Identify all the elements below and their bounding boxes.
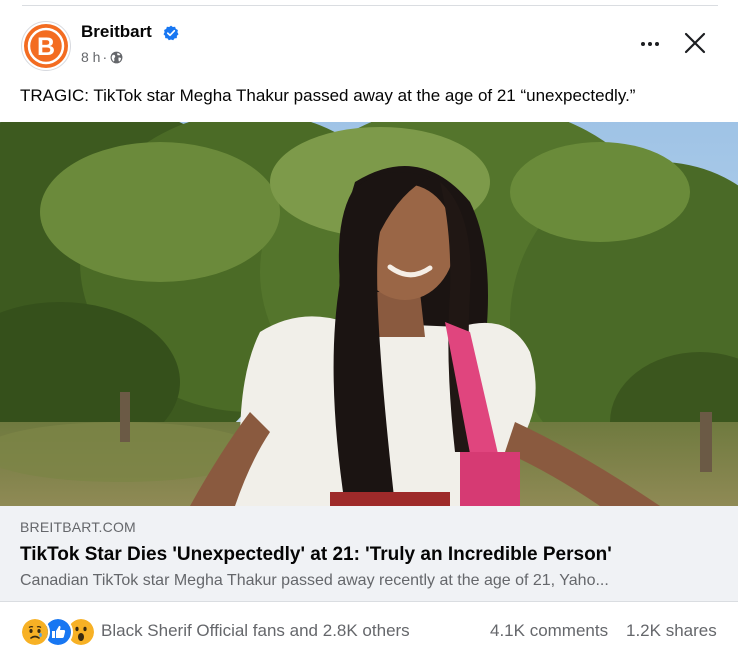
link-description: Canadian TikTok star Megha Thakur passed… xyxy=(20,572,609,589)
page-avatar[interactable]: B xyxy=(21,21,71,71)
reaction-summary[interactable]: Black Sherif Official fans and 2.8K othe… xyxy=(101,621,410,641)
post-time[interactable]: 8 h xyxy=(81,49,100,65)
close-icon[interactable] xyxy=(682,30,708,56)
breitbart-logo-icon: B xyxy=(24,24,68,68)
more-options-icon xyxy=(641,42,645,46)
link-title[interactable]: TikTok Star Dies 'Unexpectedly' at 21: '… xyxy=(20,544,612,566)
more-dot xyxy=(648,42,652,46)
link-preview[interactable]: BREITBART.COM TikTok Star Dies 'Unexpect… xyxy=(0,506,738,602)
post-image[interactable] xyxy=(0,122,738,506)
comments-count[interactable]: 4.1K comments xyxy=(490,621,608,641)
globe-icon xyxy=(110,51,123,63)
sad-reaction-icon xyxy=(20,617,50,647)
page-name-link[interactable]: Breitbart xyxy=(81,22,152,42)
reaction-icons[interactable] xyxy=(20,617,98,647)
meta-separator: · xyxy=(102,49,108,65)
post-photo xyxy=(0,122,738,506)
more-options-button[interactable] xyxy=(634,30,666,58)
verified-badge-icon xyxy=(163,25,179,41)
link-domain: BREITBART.COM xyxy=(20,519,136,535)
top-divider xyxy=(22,5,718,6)
post-caption: TRAGIC: TikTok star Megha Thakur passed … xyxy=(20,86,636,105)
post-meta: 8 h · xyxy=(81,49,123,65)
shares-count[interactable]: 1.2K shares xyxy=(626,621,717,641)
logo-letter: B xyxy=(37,33,55,61)
more-dot xyxy=(655,42,659,46)
